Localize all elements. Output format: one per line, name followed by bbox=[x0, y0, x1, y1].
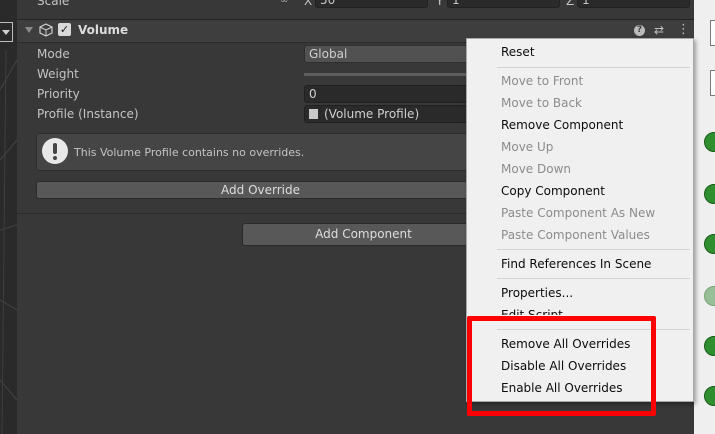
profile-value: (Volume Profile) bbox=[324, 107, 420, 121]
weight-slider[interactable] bbox=[304, 73, 484, 76]
menu-separator bbox=[497, 67, 690, 68]
status-ok-icon bbox=[704, 132, 715, 152]
link-icon[interactable]: ∞ bbox=[280, 0, 294, 6]
scene-dropdown-button[interactable] bbox=[0, 22, 13, 42]
status-ok-icon bbox=[704, 234, 715, 254]
scene-grid bbox=[0, 49, 17, 434]
volume-component-icon bbox=[39, 23, 53, 37]
menu-item-paste-component-as-new[interactable]: Paste Component As New bbox=[501, 206, 655, 220]
menu-item-properties[interactable]: Properties... bbox=[501, 286, 573, 300]
add-component-button[interactable]: Add Component bbox=[242, 223, 485, 246]
scale-y-label: Y bbox=[436, 0, 444, 8]
foldout-arrow-icon[interactable] bbox=[25, 27, 33, 33]
help-box: This Volume Profile contains no override… bbox=[36, 133, 485, 171]
asset-thumbnail[interactable] bbox=[710, 70, 715, 96]
menu-item-find-references[interactable]: Find References In Scene bbox=[501, 257, 651, 271]
scale-z-input[interactable]: 1 bbox=[577, 0, 690, 8]
status-ok-icon bbox=[704, 386, 715, 406]
profile-label: Profile (Instance) bbox=[37, 107, 139, 121]
menu-item-reset[interactable]: Reset bbox=[501, 45, 535, 59]
scale-x-input[interactable]: 50 bbox=[315, 0, 428, 8]
presets-icon[interactable]: ⇄ bbox=[654, 23, 664, 37]
weight-label: Weight bbox=[37, 67, 79, 81]
highlight-annotation-box bbox=[467, 316, 656, 416]
scale-row: Scale ∞ X 50 Y 1 Z 1 bbox=[17, 0, 694, 12]
add-override-button[interactable]: Add Override bbox=[36, 181, 485, 199]
asset-thumbnail[interactable] bbox=[710, 20, 715, 46]
menu-item-copy-component[interactable]: Copy Component bbox=[501, 184, 605, 198]
menu-item-move-to-back[interactable]: Move to Back bbox=[501, 96, 582, 110]
menu-separator bbox=[497, 249, 690, 250]
profile-asset-icon bbox=[309, 109, 318, 119]
component-enabled-checkbox[interactable]: ✓ bbox=[58, 23, 71, 36]
mode-dropdown[interactable]: Global bbox=[304, 45, 484, 63]
mode-label: Mode bbox=[37, 47, 70, 61]
profile-object-field[interactable]: (Volume Profile) bbox=[304, 105, 484, 123]
scale-label: Scale bbox=[37, 0, 70, 8]
help-box-text: This Volume Profile contains no override… bbox=[74, 146, 305, 159]
help-icon[interactable]: ? bbox=[634, 25, 645, 36]
menu-item-remove-component[interactable]: Remove Component bbox=[501, 118, 623, 132]
menu-separator bbox=[497, 278, 690, 279]
priority-label: Priority bbox=[37, 87, 80, 101]
menu-item-paste-component-values[interactable]: Paste Component Values bbox=[501, 228, 650, 242]
scene-view-edge bbox=[0, 0, 17, 434]
component-menu-icon[interactable]: ⋮ bbox=[677, 22, 690, 37]
info-icon bbox=[42, 138, 68, 164]
component-title: Volume bbox=[78, 23, 129, 37]
status-pending-icon bbox=[704, 286, 715, 306]
menu-item-move-up[interactable]: Move Up bbox=[501, 140, 553, 154]
scale-x-label: X bbox=[304, 0, 313, 8]
scale-z-label: Z bbox=[566, 0, 575, 8]
status-ok-icon bbox=[704, 184, 715, 204]
project-panel-edge bbox=[694, 0, 715, 434]
menu-item-edit-script[interactable]: Edit Script bbox=[501, 308, 563, 315]
scale-y-input[interactable]: 1 bbox=[447, 0, 560, 8]
menu-item-move-to-front[interactable]: Move to Front bbox=[501, 74, 583, 88]
menu-item-move-down[interactable]: Move Down bbox=[501, 162, 571, 176]
status-ok-icon bbox=[704, 336, 715, 356]
priority-input[interactable]: 0 bbox=[304, 85, 484, 103]
